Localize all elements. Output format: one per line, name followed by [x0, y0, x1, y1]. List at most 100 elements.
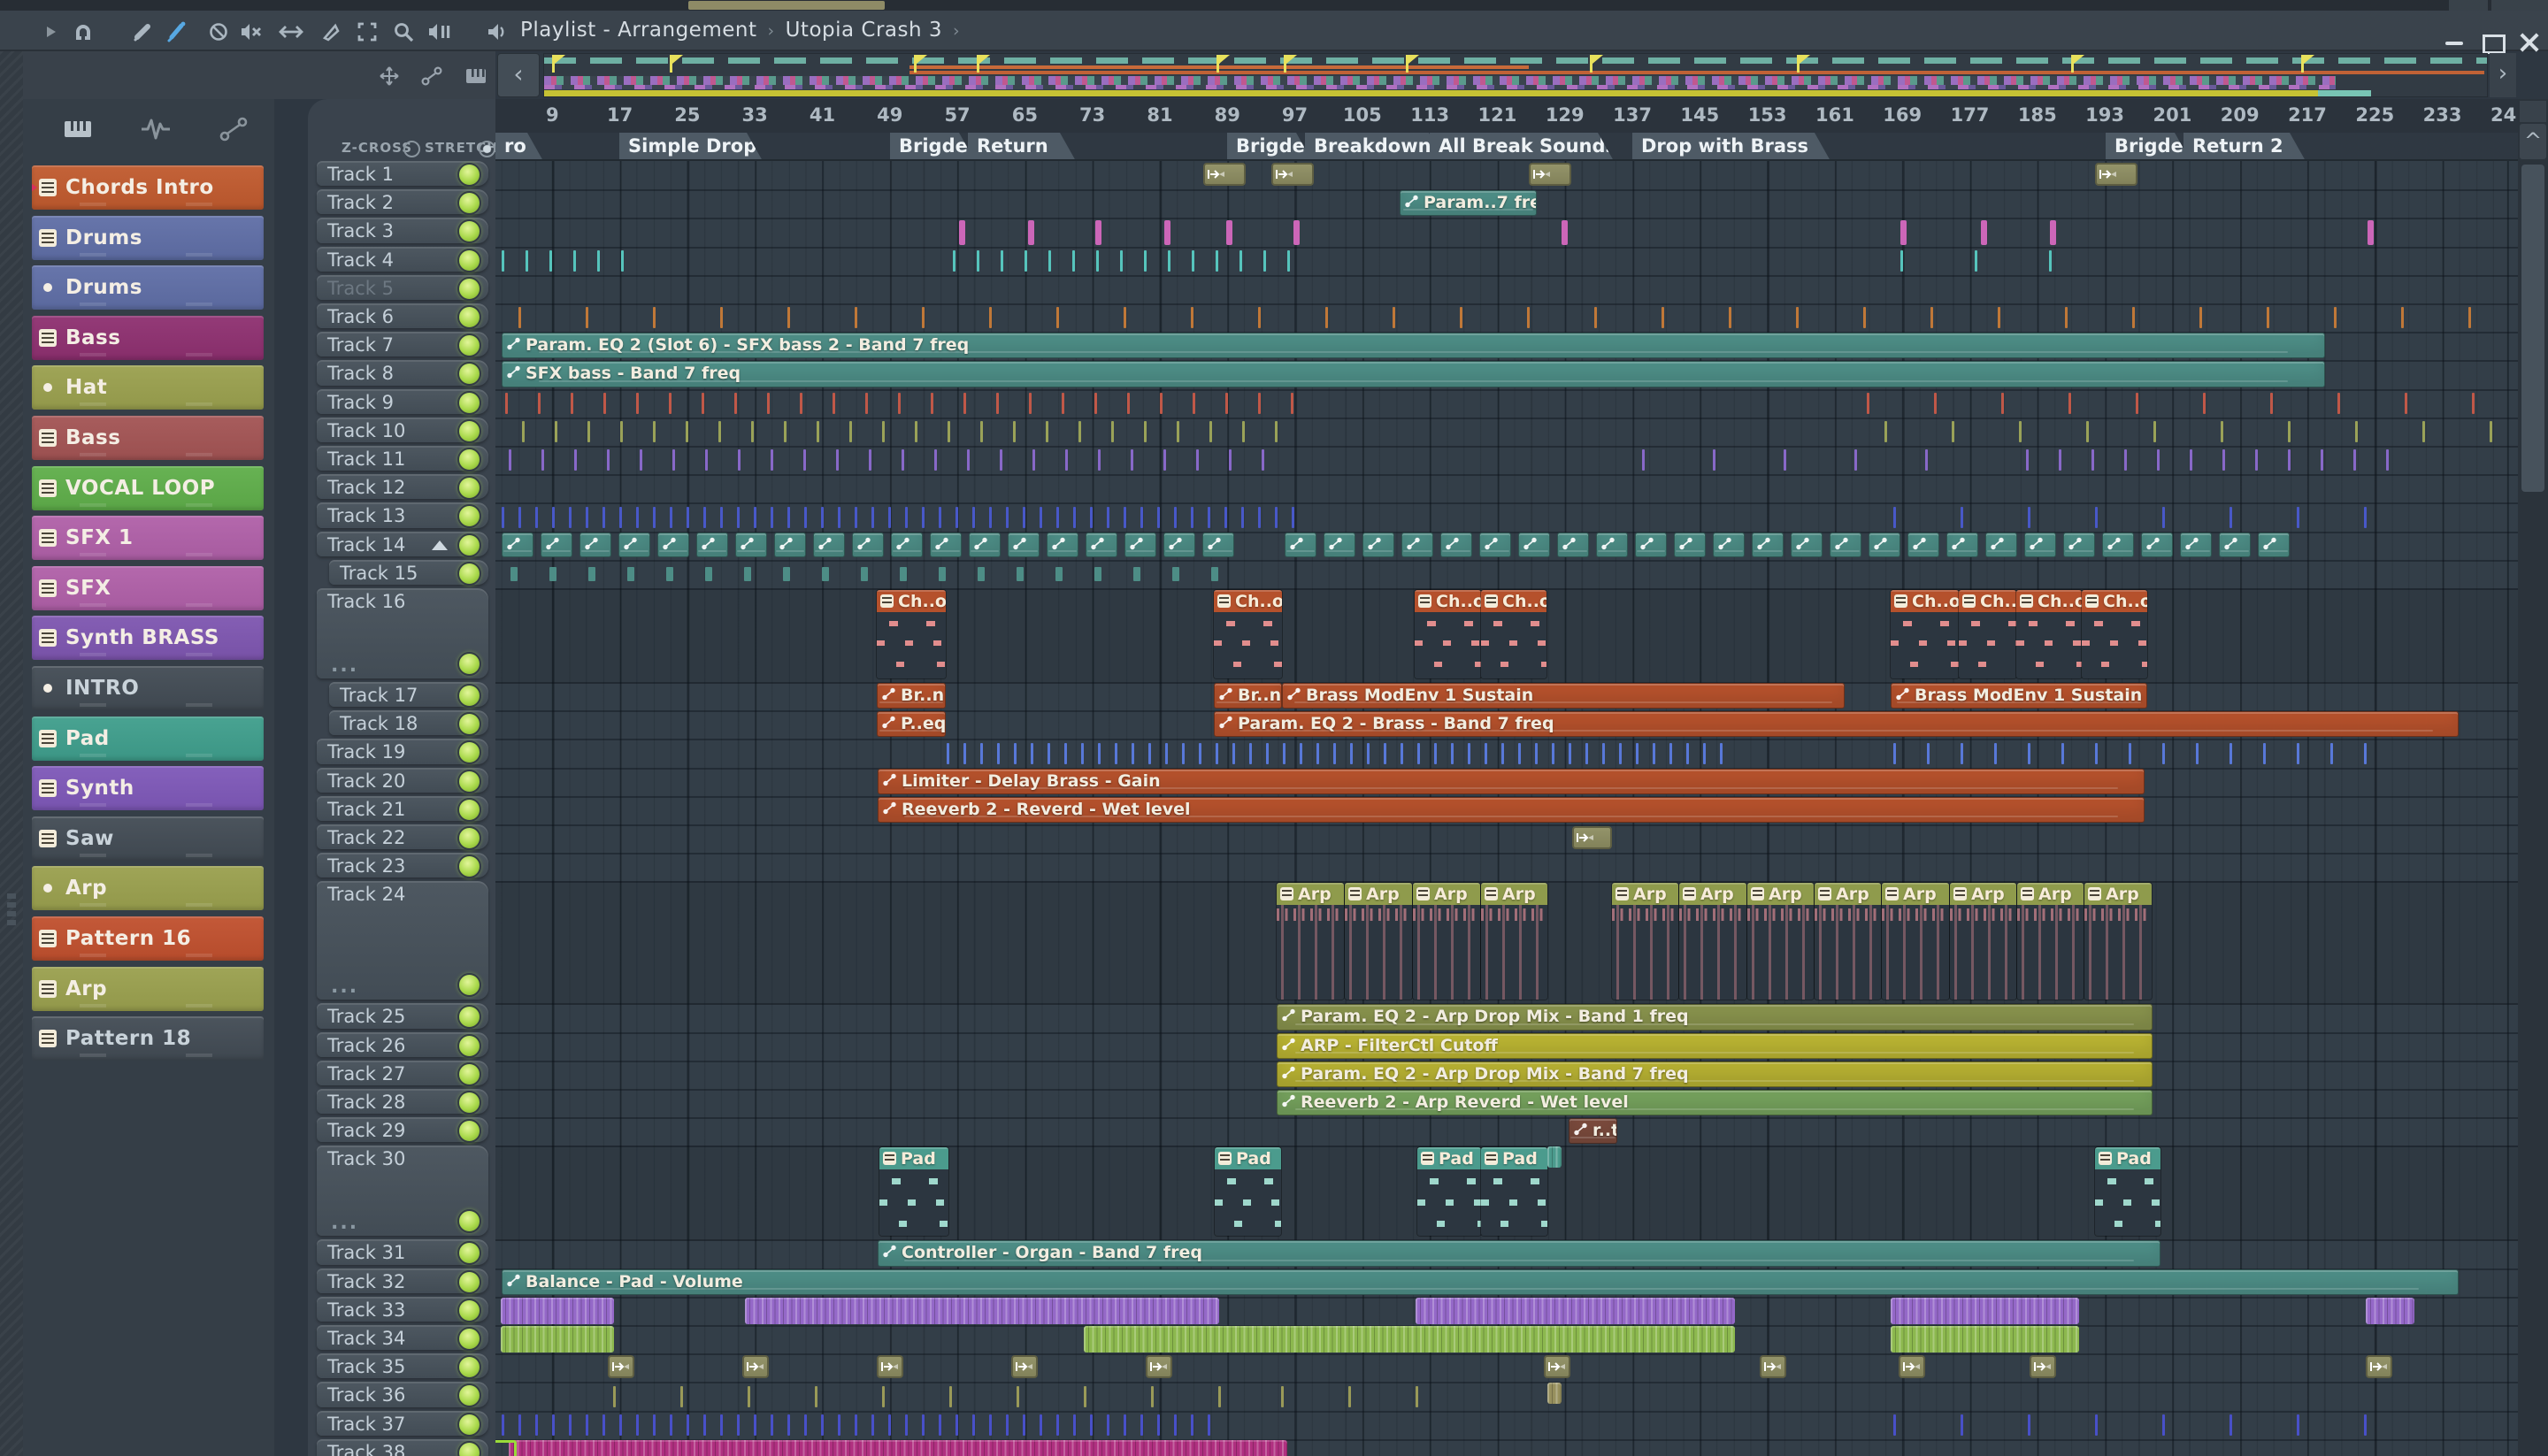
- track-header-19[interactable]: Track 19: [317, 739, 488, 765]
- magnet-icon[interactable]: [69, 18, 97, 46]
- track-header-28[interactable]: Track 28: [317, 1089, 488, 1115]
- track-mute-led[interactable]: [457, 854, 481, 879]
- note-bar-clip[interactable]: [1226, 219, 1232, 245]
- track-mute-led[interactable]: [457, 390, 481, 415]
- panel-grip[interactable]: [7, 893, 16, 899]
- pattern-clip-pad[interactable]: Pad: [1215, 1147, 1281, 1237]
- pattern-clip-ch-o[interactable]: Ch..o: [2082, 590, 2147, 678]
- pattern-clip-ch-o[interactable]: Ch..o: [2016, 590, 2082, 678]
- automation-clip[interactable]: Reeverb 2 - Reverd - Wet level: [878, 796, 2145, 823]
- automation-clip-small[interactable]: [2024, 532, 2056, 557]
- scroll-left-button[interactable]: ‹: [497, 53, 540, 97]
- pattern-item-sfx[interactable]: SFX: [32, 565, 264, 610]
- collapse-triangle-icon[interactable]: [432, 540, 448, 550]
- track-mute-led[interactable]: [457, 826, 481, 850]
- note-bar-clip[interactable]: [1562, 219, 1568, 245]
- track-mute-led[interactable]: [457, 652, 481, 676]
- pattern-icon[interactable]: [462, 62, 490, 90]
- automation-clip-small[interactable]: [696, 532, 728, 557]
- timeline-ruler[interactable]: 9 17 25 33 41 49 57 65 73 81 89 97 105 113 121 129 137 14…: [495, 99, 2518, 133]
- track-mute-led[interactable]: [457, 276, 481, 301]
- speaker-icon[interactable]: [481, 18, 510, 46]
- track-header-18[interactable]: Track 18: [329, 710, 488, 737]
- automation-clip[interactable]: Br..n: [877, 683, 946, 709]
- scrollbar-thumb[interactable]: [2521, 165, 2544, 492]
- arrange-icon[interactable]: [375, 62, 403, 90]
- audio-tab[interactable]: [136, 111, 175, 147]
- track-row-37[interactable]: [495, 1411, 2518, 1441]
- automation-clip-small[interactable]: [1285, 532, 1316, 557]
- pattern-clip-ch-o[interactable]: Ch..o: [1415, 590, 1481, 678]
- automation-clip-small[interactable]: [1047, 532, 1078, 557]
- preview-icon[interactable]: [426, 18, 454, 46]
- pattern-item-arp[interactable]: Arp: [32, 866, 264, 911]
- track-header-31[interactable]: Track 31: [317, 1239, 488, 1266]
- automation-clip[interactable]: Param. EQ 2 - Arp Drop Mix - Band 7 freq: [1277, 1061, 2153, 1087]
- automation-clip-small[interactable]: [891, 532, 923, 557]
- audio-clip[interactable]: [877, 1355, 903, 1379]
- track-mute-led[interactable]: [457, 1440, 481, 1456]
- track-header-17[interactable]: Track 17: [329, 682, 488, 708]
- track-mute-led[interactable]: [457, 504, 481, 529]
- marker-brigde[interactable]: Brigde: [2106, 133, 2191, 161]
- pattern-clip-ch-o[interactable]: Ch..o: [1891, 590, 1959, 678]
- zoom-select-icon[interactable]: [353, 18, 381, 46]
- pattern-clip-ch-o[interactable]: Ch..o: [1481, 590, 1546, 678]
- audio-clip[interactable]: [1146, 1355, 1172, 1379]
- automation-clip[interactable]: Param. EQ 2 - Brass - Band 7 freq: [1214, 711, 2459, 738]
- zcross-toggle[interactable]: [403, 141, 420, 157]
- pattern-item-bass[interactable]: Bass: [32, 416, 264, 460]
- marker-breakdown[interactable]: Breakdown: [1305, 133, 1445, 161]
- track-header-1[interactable]: Track 1: [317, 161, 488, 187]
- automation-clip-small[interactable]: [1752, 532, 1784, 557]
- automation-clip[interactable]: ARP - FilterCtl Cutoff: [1277, 1032, 2153, 1059]
- automation-clip-small[interactable]: [1985, 532, 2017, 557]
- track-mute-led[interactable]: [457, 533, 481, 557]
- group-dots[interactable]: ...: [331, 976, 358, 998]
- automation-clip-small[interactable]: [1202, 532, 1234, 557]
- track-row-1[interactable]: [495, 161, 2518, 192]
- pattern-clip-pad[interactable]: Pad: [2095, 1147, 2160, 1237]
- track-row-35[interactable]: [495, 1353, 2518, 1384]
- track-header-33[interactable]: Track 33: [317, 1296, 488, 1322]
- automation-clip-small[interactable]: [2102, 532, 2134, 557]
- automation-clip-small[interactable]: [2180, 532, 2212, 557]
- clip-block[interactable]: [1891, 1297, 2079, 1324]
- track-header-5[interactable]: Track 5: [317, 274, 488, 301]
- automation-clip-small[interactable]: [1596, 532, 1628, 557]
- clip-block[interactable]: [1084, 1326, 1735, 1353]
- track-mute-led[interactable]: [457, 1355, 481, 1380]
- track-row-3[interactable]: [495, 218, 2518, 249]
- pattern-clip-arp[interactable]: Arp: [2017, 883, 2084, 1000]
- track-mute-led[interactable]: [457, 305, 481, 329]
- track-header-10[interactable]: Track 10: [317, 417, 488, 443]
- audio-clip[interactable]: [1203, 163, 1246, 187]
- slip-icon[interactable]: [204, 18, 233, 46]
- pattern-item-synth-brass[interactable]: Synth BRASS: [32, 616, 264, 661]
- track-mute-led[interactable]: [457, 712, 481, 737]
- track-header-25[interactable]: Track 25: [317, 1003, 488, 1030]
- track-header-22[interactable]: Track 22: [317, 824, 488, 850]
- pattern-item-saw[interactable]: Saw: [32, 816, 264, 861]
- pattern-item-pattern-18[interactable]: Pattern 18: [32, 1016, 264, 1061]
- track-header-37[interactable]: Track 37: [317, 1410, 488, 1437]
- clip-block[interactable]: [2366, 1297, 2414, 1324]
- automation-clip-small[interactable]: [579, 532, 611, 557]
- marker-return-2[interactable]: Return 2: [2183, 133, 2306, 161]
- track-mute-led[interactable]: [457, 1119, 481, 1144]
- note-bar-clip[interactable]: [2050, 219, 2056, 245]
- track-mute-led[interactable]: [457, 797, 481, 822]
- automation-clip-small[interactable]: [2141, 532, 2173, 557]
- track-mute-led[interactable]: [457, 1091, 481, 1115]
- pattern-item-pattern-16[interactable]: Pattern 16: [32, 916, 264, 961]
- track-mute-led[interactable]: [457, 769, 481, 793]
- audio-clip[interactable]: [1529, 163, 1571, 187]
- stretch-icon[interactable]: [277, 18, 305, 46]
- track-header-20[interactable]: Track 20: [317, 767, 488, 793]
- track-header-3[interactable]: Track 3: [317, 218, 488, 244]
- automation-clip-small[interactable]: [735, 532, 767, 557]
- pattern-clip-arp[interactable]: Arp: [2084, 883, 2152, 1000]
- pattern-clip-arp[interactable]: Arp: [1882, 883, 1949, 1000]
- automation-clip-small[interactable]: [1635, 532, 1667, 557]
- pattern-item-chords-intro[interactable]: Chords Intro: [32, 165, 264, 210]
